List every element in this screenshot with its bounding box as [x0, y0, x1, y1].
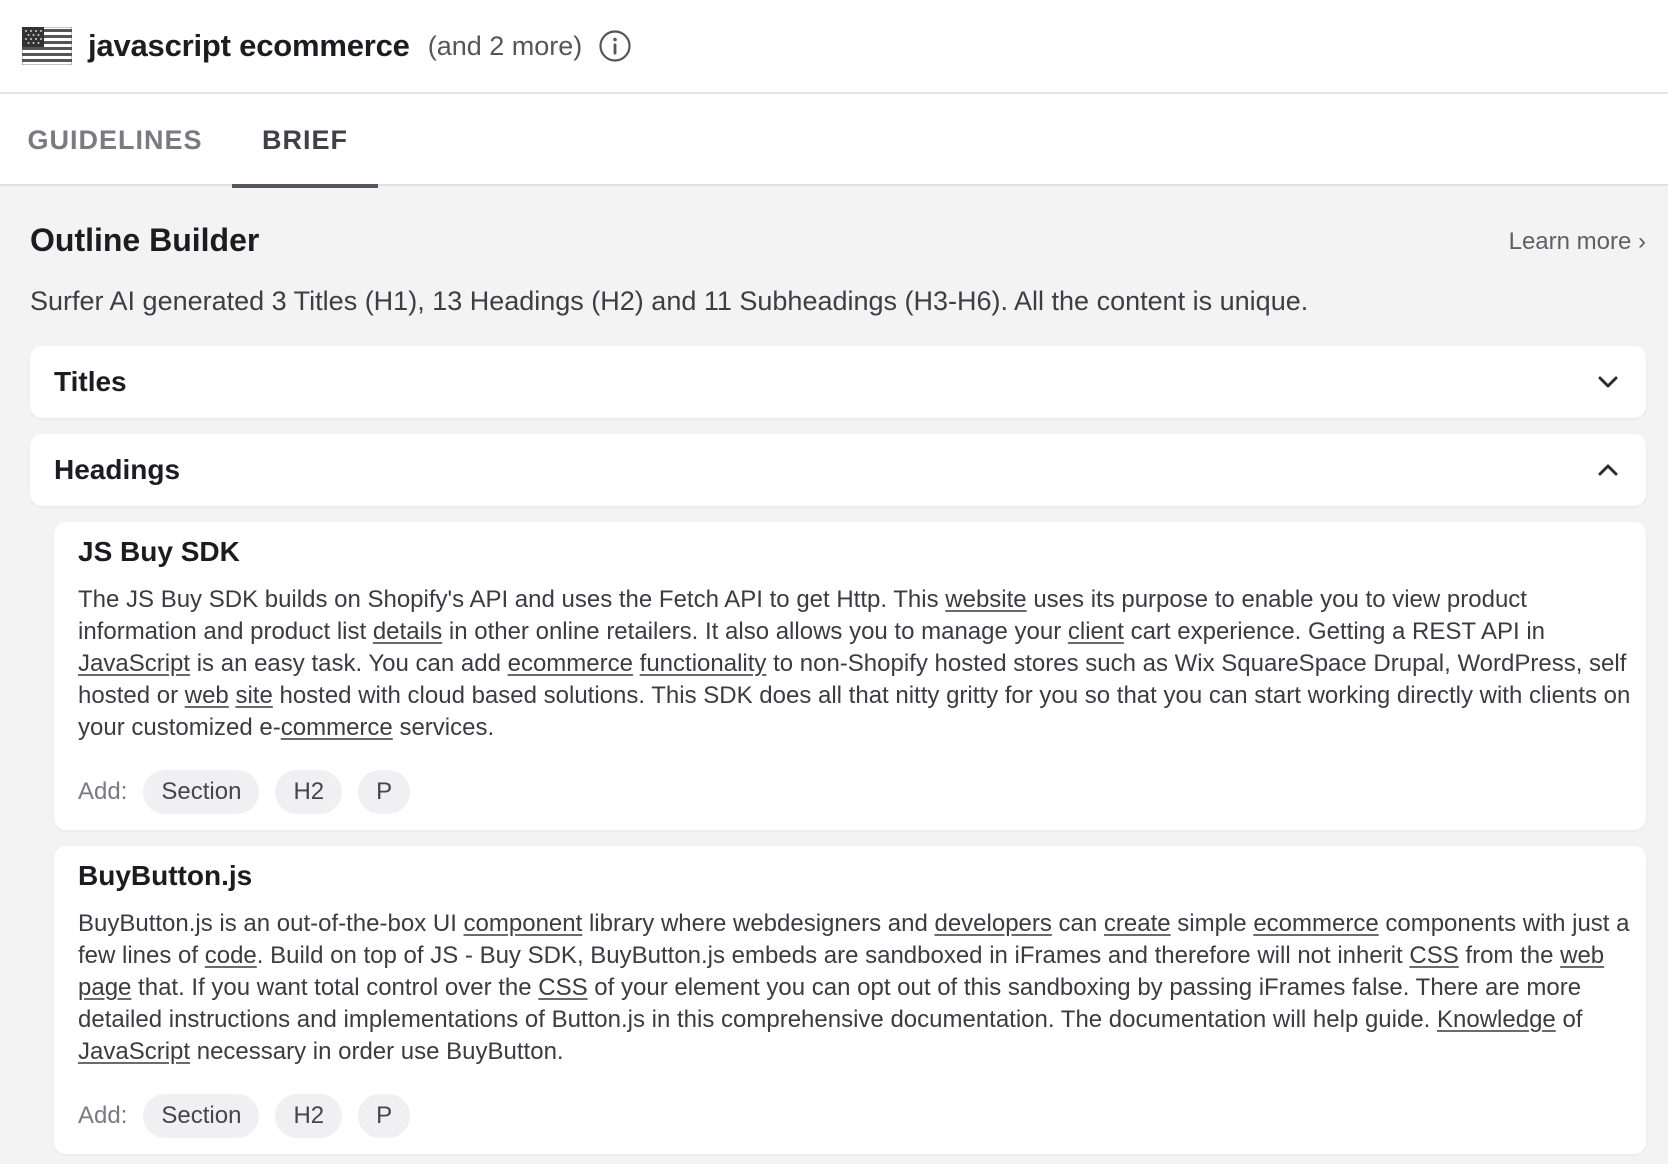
paragraph-text: from the [1458, 942, 1561, 969]
keyword-link[interactable]: Knowledge [1437, 1006, 1556, 1033]
add-section-button[interactable]: Section [143, 770, 260, 814]
keyword-link[interactable]: JavaScript [78, 650, 190, 677]
keyword-link[interactable]: ecommerce [508, 650, 633, 677]
keyword-link[interactable]: page [78, 974, 131, 1001]
keyword-link[interactable]: CSS [1409, 942, 1458, 969]
add-section-button[interactable]: Section [143, 1094, 260, 1138]
paragraph-text: . Build on top of JS - Buy SDK, BuyButto… [256, 942, 1410, 969]
keyword-link[interactable]: CSS [538, 974, 587, 1001]
keyword-link[interactable]: details [373, 618, 442, 645]
heading-card: JS Buy SDK The JS Buy SDK builds on Shop… [54, 522, 1646, 830]
tab-bar: GUIDELINES BRIEF [0, 94, 1668, 188]
paragraph-text: necessary in order use BuyButton. [190, 1038, 564, 1065]
paragraph-text: simple [1170, 910, 1254, 937]
keyword-title: javascript ecommerce [88, 28, 410, 63]
paragraph-text: services. [392, 714, 495, 741]
outline-description: Surfer AI generated 3 Titles (H1), 13 He… [30, 286, 1309, 316]
paragraph-text: BuyButton.js is an out-of-the-box UI [78, 910, 464, 937]
more-keywords: (and 2 more) [427, 30, 583, 61]
paragraph-text: The JS Buy SDK builds on Shopify's API a… [78, 586, 946, 613]
add-h2-button[interactable]: H2 [275, 770, 343, 814]
add-row: Add: Section H2 P [78, 1094, 426, 1138]
keyword-link[interactable]: site [235, 682, 272, 709]
paragraph-text: of [1555, 1006, 1583, 1033]
add-p-button[interactable]: P [358, 1094, 411, 1138]
paragraph-text [633, 650, 640, 677]
paragraph-text: is an easy task. You can add [190, 650, 508, 677]
chevron-down-icon[interactable] [1596, 370, 1620, 394]
keyword-header: javascript ecommerce (and 2 more) [0, 0, 1668, 94]
paragraph-text: cart experience. Getting a REST API in [1123, 618, 1546, 645]
keyword-link[interactable]: JavaScript [78, 1038, 190, 1065]
heading-card-title[interactable]: BuyButton.js [78, 860, 252, 892]
tab-guidelines[interactable]: GUIDELINES [27, 94, 201, 186]
keyword-link[interactable]: developers [934, 910, 1051, 937]
info-circle-icon[interactable] [598, 29, 632, 63]
headings-accordion[interactable]: Headings [30, 434, 1646, 506]
keyword-link[interactable]: code [205, 942, 257, 969]
heading-card-body: BuyButton.js is an out-of-the-box UI com… [78, 908, 1638, 1068]
keyword-link[interactable]: component [464, 910, 583, 937]
keyword-link[interactable]: web [185, 682, 229, 709]
paragraph-text: can [1051, 910, 1104, 937]
paragraph-text: in other online retailers. It also allow… [442, 618, 1068, 645]
heading-card-title[interactable]: JS Buy SDK [78, 536, 240, 568]
outline-builder-title: Outline Builder [30, 222, 260, 258]
keyword-link[interactable]: client [1068, 618, 1124, 645]
paragraph-text: that. If you want total control over the [131, 974, 539, 1001]
tab-brief[interactable]: BRIEF [232, 94, 378, 188]
add-label: Add: [78, 778, 128, 805]
chevron-up-icon[interactable] [1596, 458, 1620, 482]
add-h2-button[interactable]: H2 [275, 1094, 343, 1138]
heading-card-body: The JS Buy SDK builds on Shopify's API a… [78, 584, 1638, 744]
titles-accordion-label: Titles [54, 366, 127, 397]
keyword-link[interactable]: website [945, 586, 1026, 613]
add-p-button[interactable]: P [358, 770, 411, 814]
add-label: Add: [78, 1102, 128, 1129]
learn-more-link[interactable]: Learn more › [1509, 228, 1646, 256]
paragraph-text: library where webdesigners and [582, 910, 935, 937]
keyword-link[interactable]: create [1104, 910, 1171, 937]
heading-card: BuyButton.js BuyButton.js is an out-of-t… [54, 846, 1646, 1154]
keyword-link[interactable]: web [1560, 942, 1604, 969]
headings-accordion-label: Headings [54, 454, 181, 485]
titles-accordion[interactable]: Titles [30, 346, 1646, 418]
keyword-link[interactable]: commerce [281, 714, 393, 741]
add-row: Add: Section H2 P [78, 770, 426, 814]
keyword-link[interactable]: ecommerce [1253, 910, 1378, 937]
us-flag-icon [22, 27, 72, 65]
keyword-link[interactable]: functionality [640, 650, 767, 677]
